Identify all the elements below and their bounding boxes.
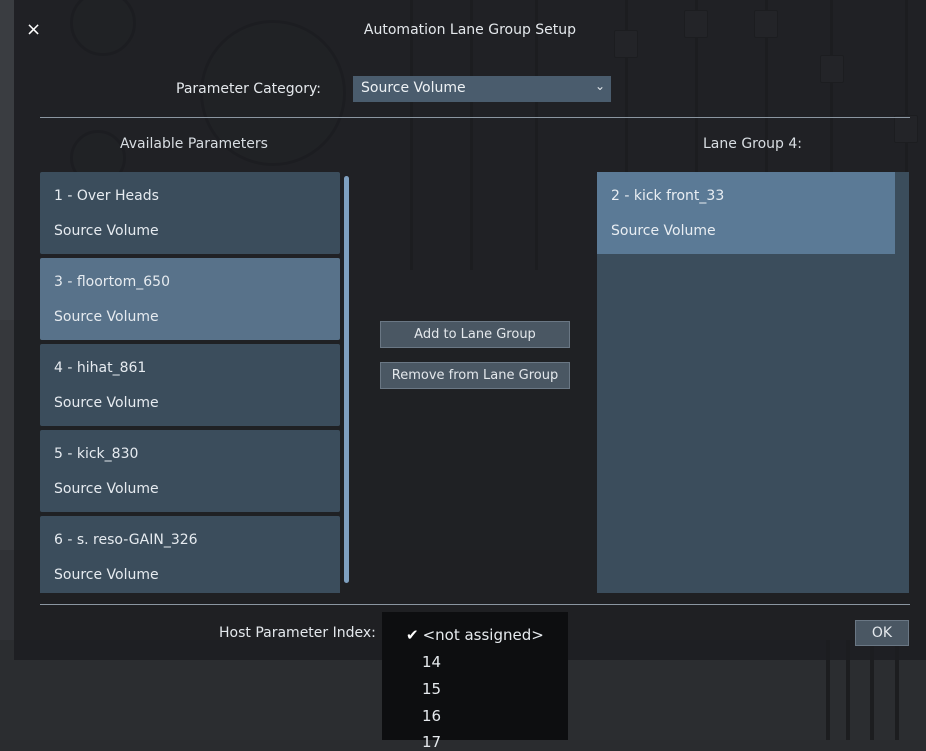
list-item[interactable]: 1 - Over Heads Source Volume	[40, 172, 340, 254]
automation-lane-dialog: × Automation Lane Group Setup Parameter …	[14, 0, 926, 660]
parameter-name: 2 - kick front_33	[611, 188, 725, 204]
parameter-category-label: Parameter Category:	[176, 81, 321, 97]
list-item[interactable]: 4 - hihat_861 Source Volume	[40, 344, 340, 426]
parameter-name: 5 - kick_830	[54, 446, 139, 462]
dropdown-option[interactable]: 15	[422, 680, 441, 698]
parameter-category: Source Volume	[54, 567, 159, 583]
dropdown-option-label: <not assigned>	[422, 626, 544, 644]
parameter-category: Source Volume	[54, 223, 159, 239]
lane-group-heading: Lane Group 4:	[703, 136, 803, 152]
parameter-category-select[interactable]: Source Volume ⌄	[353, 76, 611, 102]
available-list-scrollbar[interactable]	[344, 176, 349, 583]
list-item[interactable]: 6 - s. reso-GAIN_326 Source Volume	[40, 516, 340, 593]
lane-group-list: 2 - kick front_33 Source Volume	[597, 172, 909, 593]
parameter-name: 6 - s. reso-GAIN_326	[54, 532, 198, 548]
host-parameter-index-dropdown: ✔ <not assigned> 14 15 16 17	[382, 612, 568, 751]
remove-from-lane-group-button[interactable]: Remove from Lane Group	[380, 362, 570, 389]
dropdown-option-selected[interactable]: ✔ <not assigned>	[406, 626, 544, 644]
parameter-name: 4 - hihat_861	[54, 360, 147, 376]
parameter-name: 1 - Over Heads	[54, 188, 159, 204]
check-icon: ✔	[406, 626, 419, 644]
available-parameters-list: 1 - Over Heads Source Volume 3 - floorto…	[40, 172, 340, 593]
dropdown-option[interactable]: 16	[422, 707, 441, 725]
list-item[interactable]: 5 - kick_830 Source Volume	[40, 430, 340, 512]
bottom-divider	[40, 604, 910, 605]
dialog-title: Automation Lane Group Setup	[363, 22, 577, 38]
parameter-category: Source Volume	[54, 481, 159, 497]
host-parameter-index-label: Host Parameter Index:	[219, 625, 376, 641]
parameter-category-value: Source Volume	[361, 80, 466, 96]
parameter-category: Source Volume	[611, 223, 716, 239]
dropdown-option[interactable]: 17	[422, 733, 441, 751]
parameter-category: Source Volume	[54, 309, 159, 325]
parameter-category: Source Volume	[54, 395, 159, 411]
top-divider	[40, 117, 910, 118]
ok-button[interactable]: OK	[855, 620, 909, 646]
list-item[interactable]: 3 - floortom_650 Source Volume	[40, 258, 340, 340]
add-to-lane-group-button[interactable]: Add to Lane Group	[380, 321, 570, 348]
parameter-name: 3 - floortom_650	[54, 274, 170, 290]
dropdown-option[interactable]: 14	[422, 653, 441, 671]
chevron-down-icon: ⌄	[594, 79, 605, 93]
available-parameters-heading: Available Parameters	[120, 136, 268, 152]
list-item[interactable]: 2 - kick front_33 Source Volume	[597, 172, 895, 254]
